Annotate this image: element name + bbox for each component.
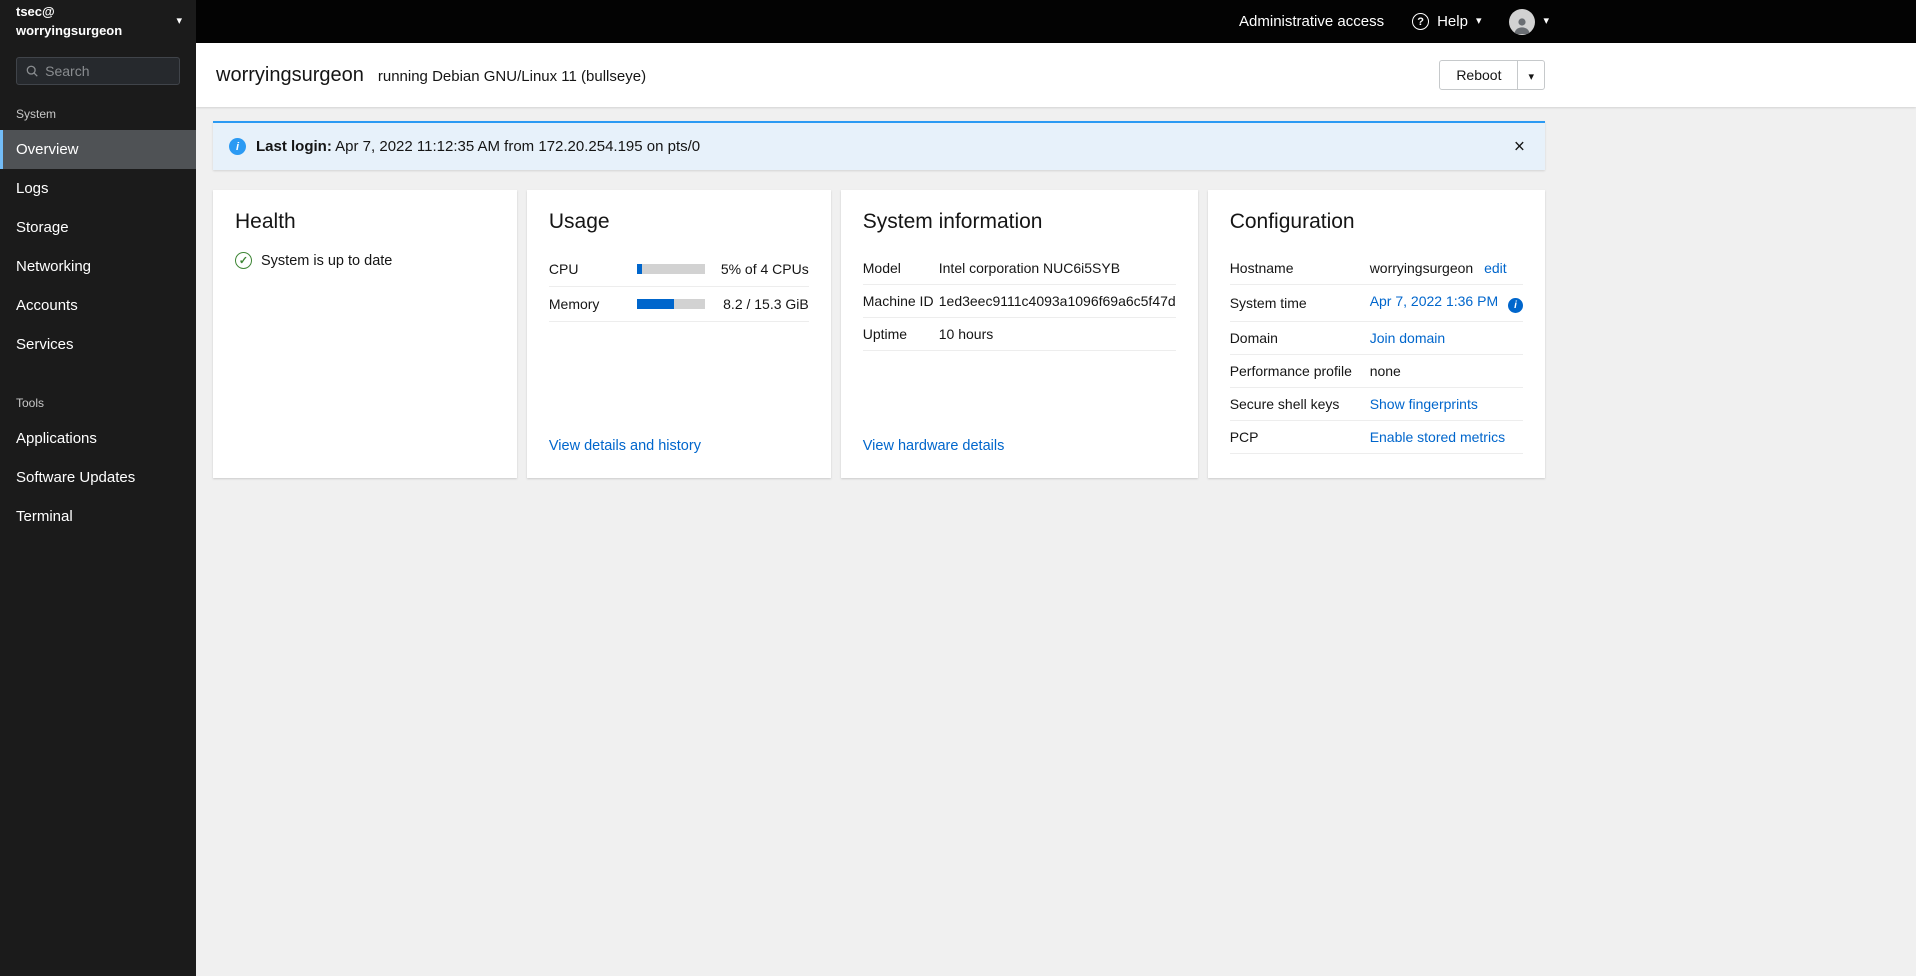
health-status: ✓ System is up to date [235,252,495,269]
machine-id-value: 1ed3eec9111c4093a1096f69a6c5f47d [938,293,1176,309]
reboot-button[interactable]: Reboot [1439,60,1519,90]
config-row-performance-profile: Performance profile none [1229,355,1523,388]
hostname-label: Hostname [1229,260,1294,276]
cpu-progress-fill [636,264,642,274]
sidebar-item-software-updates[interactable]: Software Updates [0,458,196,497]
join-domain-link[interactable]: Join domain [1370,330,1446,346]
reboot-split-button: Reboot ▾ [1439,60,1545,90]
memory-usage-value: 8.2 / 15.3 GiB [723,296,809,312]
page-header: worryingsurgeon running Debian GNU/Linux… [196,43,1916,107]
health-card: Health ✓ System is up to date [213,190,517,478]
close-icon[interactable]: × [1508,136,1531,157]
config-row-system-time: System time Apr 7, 2022 1:36 PM i [1229,285,1523,322]
host-switcher[interactable]: tsec@ worryingsurgeon ▾ [0,0,196,43]
alert-title: Last login: [256,138,332,155]
sidebar-item-networking[interactable]: Networking [0,247,196,286]
show-fingerprints-link[interactable]: Show fingerprints [1370,396,1478,412]
os-description: running Debian GNU/Linux 11 (bullseye) [377,67,647,85]
model-value: Intel corporation NUC6i5SYB [938,260,1121,276]
sysinfo-row-machine-id: Machine ID 1ed3eec9111c4093a1096f69a6c5f… [862,285,1176,318]
session-menu-button[interactable]: ▾ [1509,8,1549,35]
question-circle-icon: ? [1412,13,1430,30]
memory-label: Memory [548,296,600,312]
sidebar-item-storage[interactable]: Storage [0,208,196,247]
sidebar: System Overview Logs Storage Networking … [0,43,196,976]
machine-id-label: Machine ID [862,293,934,309]
search-input[interactable] [45,63,170,79]
system-time-label: System time [1229,295,1307,311]
uptime-value: 10 hours [938,326,994,342]
config-row-ssh-keys: Secure shell keys Show fingerprints [1229,388,1523,421]
usage-card-title: Usage [548,210,610,233]
nav-section-tools: Tools [16,396,45,410]
sidebar-item-overview[interactable]: Overview [0,130,196,169]
search-box [16,57,180,85]
performance-profile-label: Performance profile [1229,363,1352,379]
performance-profile-value: none [1369,363,1401,379]
domain-label: Domain [1229,330,1278,346]
masthead: tsec@ worryingsurgeon ▾ Administrative a… [0,0,1916,43]
sidebar-item-logs[interactable]: Logs [0,169,196,208]
hostname-value: worryingsurgeon [1369,260,1474,276]
main-content: worryingsurgeon running Debian GNU/Linux… [196,43,1916,976]
sysinfo-row-uptime: Uptime 10 hours [862,318,1176,351]
sysinfo-row-model: Model Intel corporation NUC6i5SYB [862,252,1176,285]
check-circle-icon: ✓ [235,252,252,269]
last-login-alert: i Last login: Apr 7, 2022 11:12:35 AM fr… [213,121,1545,170]
system-info-card-title: System information [862,210,1043,233]
usage-row-cpu: CPU 5% of 4 CPUs [548,252,809,287]
config-row-domain: Domain Join domain [1229,322,1523,355]
nav-section-system: System [16,107,57,121]
avatar [1509,8,1536,35]
memory-progress-bar [636,299,705,309]
cpu-usage-value: 5% of 4 CPUs [720,261,809,277]
cpu-progress-bar [636,264,705,274]
enable-stored-metrics-link[interactable]: Enable stored metrics [1370,429,1505,445]
sidebar-item-accounts[interactable]: Accounts [0,286,196,325]
page-title: worryingsurgeon [216,63,364,86]
model-label: Model [862,260,901,276]
chevron-down-icon: ▾ [1528,71,1534,83]
chevron-down-icon: ▾ [176,15,182,27]
config-row-pcp: PCP Enable stored metrics [1229,421,1523,454]
hardware-details-link[interactable]: View hardware details [863,438,1176,454]
health-status-text: System is up to date [261,252,393,269]
uptime-label: Uptime [862,326,908,342]
administrative-access-button[interactable]: Administrative access [1239,13,1384,30]
masthead-host: worryingsurgeon [16,22,123,38]
usage-row-memory: Memory 8.2 / 15.3 GiB [548,287,809,322]
edit-hostname-link[interactable]: edit [1484,260,1507,276]
reboot-dropdown-toggle[interactable]: ▾ [1517,60,1545,90]
help-menu-button[interactable]: ? Help ▾ [1412,13,1481,30]
memory-progress-fill [636,299,674,309]
ssh-keys-label: Secure shell keys [1229,396,1340,412]
usage-card: Usage CPU 5% of 4 CPUs Memory 8.2 / 15.3… [526,190,831,478]
alert-message: Apr 7, 2022 11:12:35 AM from 172.20.254.… [335,138,701,155]
pcp-label: PCP [1229,429,1259,445]
masthead-user: tsec@ [16,3,55,19]
search-icon [26,65,38,77]
usage-details-link[interactable]: View details and history [549,438,809,454]
info-icon: i [229,138,246,155]
cpu-label: CPU [548,261,579,277]
time-info-icon[interactable]: i [1508,298,1523,313]
system-information-card: System information Model Intel corporati… [840,190,1198,478]
sidebar-item-terminal[interactable]: Terminal [0,497,196,536]
chevron-down-icon: ▾ [1475,15,1482,27]
configuration-card-title: Configuration [1229,210,1355,233]
help-label: Help [1437,13,1468,30]
system-time-link[interactable]: Apr 7, 2022 1:36 PM [1370,293,1498,309]
sidebar-item-applications[interactable]: Applications [0,419,196,458]
health-card-title: Health [235,210,296,233]
sidebar-item-services[interactable]: Services [0,325,196,364]
chevron-down-icon: ▾ [1543,15,1549,27]
configuration-card: Configuration Hostname worryingsurgeon e… [1207,190,1545,478]
masthead-controls: Administrative access ? Help ▾ ▾ [1239,0,1565,43]
config-row-hostname: Hostname worryingsurgeon edit [1229,252,1523,285]
